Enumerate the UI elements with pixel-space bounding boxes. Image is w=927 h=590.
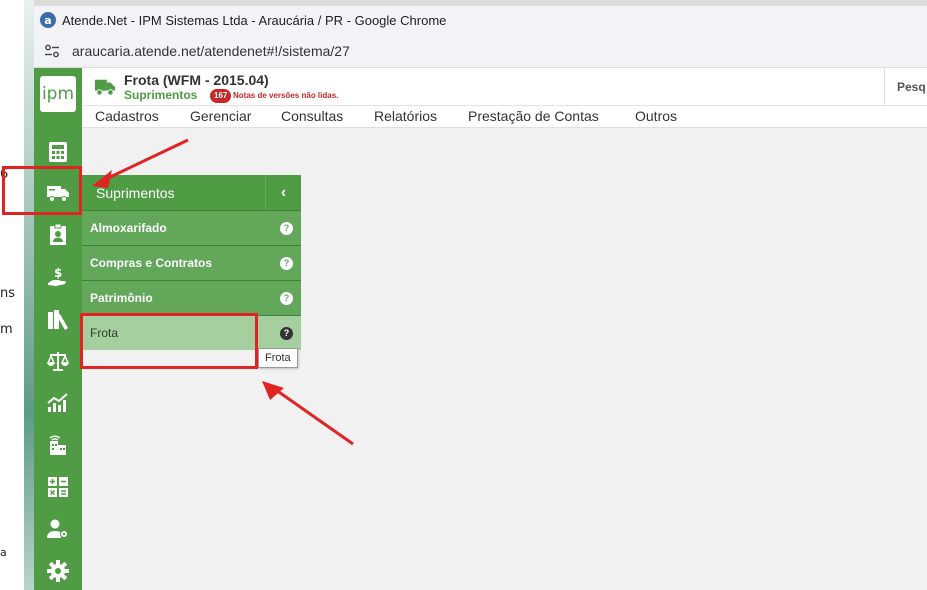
background-text-fragment: a — [0, 546, 7, 559]
module-name: Suprimentos — [124, 88, 198, 102]
highlight-box-frota — [80, 313, 258, 369]
calculator-icon[interactable] — [46, 140, 70, 164]
money-hand-icon[interactable]: $ — [46, 265, 70, 289]
menu-outros[interactable]: Outros — [635, 108, 677, 124]
scales-icon[interactable] — [46, 349, 70, 373]
site-settings-icon[interactable] — [44, 44, 60, 58]
panel-title: Suprimentos — [96, 184, 175, 201]
background-text-fragment: m — [0, 322, 13, 337]
panel-header: Suprimentos ‹ — [82, 175, 301, 210]
address-bar[interactable]: araucaria.atende.net/atendenet#!/sistema… — [34, 34, 927, 68]
gear-icon[interactable] — [46, 559, 70, 583]
search-box[interactable]: Pesq — [884, 68, 927, 106]
panel-item-compras-e-contratos[interactable]: Compras e Contratos ? — [82, 245, 301, 280]
calc-grid-icon[interactable] — [46, 475, 70, 499]
chart-icon[interactable] — [46, 391, 70, 415]
app-header: Frota (WFM - 2015.04) Suprimentos 167 No… — [82, 68, 927, 106]
building-icon[interactable] — [46, 433, 70, 457]
panel-item-patrimonio[interactable]: Patrimônio ? — [82, 280, 301, 315]
menu-gerenciar[interactable]: Gerenciar — [190, 108, 251, 124]
svg-text:$: $ — [54, 266, 62, 280]
highlight-box-truck — [2, 166, 82, 215]
help-icon[interactable]: ? — [280, 222, 293, 235]
module-sidebar: ipm $ — [34, 68, 82, 590]
url-text[interactable]: araucaria.atende.net/atendenet#!/sistema… — [72, 43, 350, 59]
system-title: Frota (WFM - 2015.04) — [124, 72, 269, 88]
id-card-icon[interactable] — [46, 223, 70, 247]
release-notes-link[interactable]: Notas de versões não lidas. — [233, 91, 338, 100]
release-notes-badge[interactable]: 167 — [210, 89, 232, 103]
user-gear-icon[interactable] — [46, 517, 70, 541]
ipm-logo[interactable]: ipm — [40, 76, 76, 112]
truck-icon — [95, 79, 115, 96]
panel-item-label: Compras e Contratos — [90, 256, 213, 270]
background-text-fragment: ns — [0, 286, 16, 301]
panel-item-label: Patrimônio — [90, 291, 153, 305]
menu-cadastros[interactable]: Cadastros — [95, 108, 159, 124]
atende-app-icon: a — [40, 12, 56, 28]
collapse-chevron-icon[interactable]: ‹ — [265, 175, 301, 210]
background-desktop: 6 ns m a — [0, 0, 34, 590]
help-icon[interactable]: ? — [280, 292, 293, 305]
documents-icon[interactable] — [46, 308, 70, 332]
help-icon[interactable]: ? — [280, 327, 293, 340]
desktop-wallpaper-strip — [24, 0, 34, 590]
panel-item-almoxarifado[interactable]: Almoxarifado ? — [82, 210, 301, 245]
help-icon[interactable]: ? — [280, 257, 293, 270]
window-title: Atende.Net - IPM Sistemas Ltda - Araucár… — [62, 12, 447, 28]
menu-consultas[interactable]: Consultas — [281, 108, 343, 124]
panel-item-label: Almoxarifado — [90, 221, 167, 235]
tooltip: Frota — [258, 348, 298, 368]
window-titlebar[interactable]: a Atende.Net - IPM Sistemas Ltda - Arauc… — [34, 6, 927, 34]
main-menu: Cadastros Gerenciar Consultas Relatórios… — [82, 106, 927, 128]
menu-relatorios[interactable]: Relatórios — [374, 108, 437, 124]
menu-prestacao-de-contas[interactable]: Prestação de Contas — [468, 108, 599, 124]
